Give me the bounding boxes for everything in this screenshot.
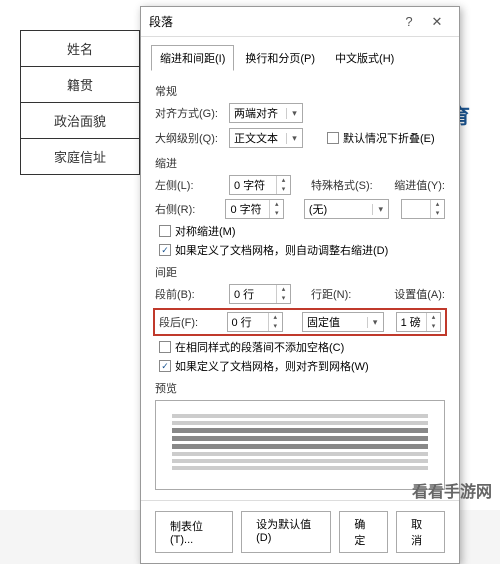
spinner-arrows: ▴▾ bbox=[269, 200, 283, 218]
snap-grid-label: 如果定义了文档网格，则对齐到网格(W) bbox=[175, 358, 369, 374]
help-button[interactable]: ? bbox=[395, 14, 423, 29]
space-after-value: 0 行 bbox=[228, 314, 268, 330]
alignment-combo[interactable]: 两端对齐 ▾ bbox=[229, 103, 303, 123]
checkbox-icon: ✓ bbox=[159, 244, 171, 256]
no-space-checkbox[interactable]: 在相同样式的段落间不添加空格(C) bbox=[159, 339, 445, 355]
mirror-label: 对称缩进(M) bbox=[175, 223, 236, 239]
cancel-button[interactable]: 取消 bbox=[396, 511, 445, 553]
collapse-label: 默认情况下折叠(E) bbox=[343, 130, 435, 146]
snap-grid-checkbox[interactable]: ✓ 如果定义了文档网格，则对齐到网格(W) bbox=[159, 358, 445, 374]
dialog-footer: 制表位(T)... 设为默认值(D) 确定 取消 bbox=[141, 500, 459, 563]
auto-indent-checkbox[interactable]: ✓ 如果定义了文档网格，则自动调整右缩进(D) bbox=[159, 242, 445, 258]
checkbox-icon bbox=[159, 225, 171, 237]
line-spacing-combo[interactable]: 固定值 ▾ bbox=[302, 312, 384, 332]
auto-indent-label: 如果定义了文档网格，则自动调整右缩进(D) bbox=[175, 242, 388, 258]
mirror-checkbox[interactable]: 对称缩进(M) bbox=[159, 223, 445, 239]
bg-cell: 籍贯 bbox=[20, 66, 140, 103]
line-spacing-label: 行距(N): bbox=[311, 286, 351, 302]
chevron-down-icon: ▾ bbox=[372, 204, 388, 215]
tabs-button[interactable]: 制表位(T)... bbox=[155, 511, 233, 553]
bg-cell: 政治面貌 bbox=[20, 102, 140, 139]
no-space-label: 在相同样式的段落间不添加空格(C) bbox=[175, 339, 344, 355]
ok-button[interactable]: 确定 bbox=[339, 511, 388, 553]
special-combo[interactable]: (无) ▾ bbox=[304, 199, 389, 219]
spinner-arrows: ▴▾ bbox=[430, 200, 444, 218]
tab-chinese[interactable]: 中文版式(H) bbox=[326, 45, 403, 71]
checkbox-icon bbox=[159, 341, 171, 353]
checkbox-icon bbox=[327, 132, 339, 144]
set-value-spin[interactable]: 1 磅 ▴▾ bbox=[396, 312, 441, 332]
spinner-arrows: ▴▾ bbox=[426, 313, 440, 331]
tab-indent-spacing[interactable]: 缩进和间距(I) bbox=[151, 45, 234, 71]
set-value-value: 1 磅 bbox=[397, 314, 426, 330]
spinner-arrows: ▴▾ bbox=[268, 313, 282, 331]
checkbox-icon: ✓ bbox=[159, 360, 171, 372]
chevron-down-icon: ▾ bbox=[286, 133, 302, 144]
tabs-button-label: 制表位(T)... bbox=[170, 518, 218, 546]
spinner-arrows: ▴▾ bbox=[276, 285, 290, 303]
special-value: (无) bbox=[305, 201, 372, 217]
space-before-value: 0 行 bbox=[230, 286, 276, 302]
bg-cell: 家庭信址 bbox=[20, 138, 140, 175]
bg-cell: 姓名 bbox=[20, 30, 140, 67]
titlebar: 段落 ? ✕ bbox=[141, 7, 459, 37]
highlight-box: 段后(F): 0 行 ▴▾ 固定值 ▾ 1 磅 ▴▾ bbox=[153, 308, 447, 336]
tab-strip: 缩进和间距(I) 换行和分页(P) 中文版式(H) bbox=[141, 37, 459, 71]
default-button-label: 设为默认值(D) bbox=[256, 519, 311, 544]
alignment-value: 两端对齐 bbox=[230, 105, 286, 121]
section-general: 常规 bbox=[155, 83, 445, 99]
default-button[interactable]: 设为默认值(D) bbox=[241, 511, 331, 553]
cancel-button-label: 取消 bbox=[411, 519, 422, 547]
outline-value: 正文文本 bbox=[230, 130, 286, 146]
bg-table: 姓名 籍贯 政治面貌 家庭信址 bbox=[20, 30, 140, 174]
set-value-label: 设置值(A): bbox=[394, 286, 445, 302]
indent-right-spin[interactable]: 0 字符 ▴▾ bbox=[225, 199, 284, 219]
indent-right-label: 右侧(R): bbox=[155, 201, 219, 217]
preview-label: 预览 bbox=[155, 380, 445, 396]
space-after-label: 段后(F): bbox=[159, 314, 221, 330]
indent-left-spin[interactable]: 0 字符 ▴▾ bbox=[229, 175, 291, 195]
section-indent: 缩进 bbox=[155, 155, 445, 171]
collapse-checkbox[interactable]: 默认情况下折叠(E) bbox=[327, 130, 435, 146]
outline-combo[interactable]: 正文文本 ▾ bbox=[229, 128, 303, 148]
indent-left-label: 左侧(L): bbox=[155, 177, 223, 193]
space-before-label: 段前(B): bbox=[155, 286, 223, 302]
dialog-body: 常规 对齐方式(G): 两端对齐 ▾ 大纲级别(Q): 正文文本 ▾ 默认情况下… bbox=[141, 71, 459, 500]
indent-right-value: 0 字符 bbox=[226, 201, 269, 217]
space-after-spin[interactable]: 0 行 ▴▾ bbox=[227, 312, 283, 332]
chevron-down-icon: ▾ bbox=[367, 317, 383, 328]
indent-left-value: 0 字符 bbox=[230, 177, 276, 193]
space-before-spin[interactable]: 0 行 ▴▾ bbox=[229, 284, 291, 304]
close-button[interactable]: ✕ bbox=[423, 14, 451, 30]
section-spacing: 间距 bbox=[155, 264, 445, 280]
watermark: 看看手游网 bbox=[412, 478, 492, 502]
line-spacing-value: 固定值 bbox=[303, 314, 367, 330]
dialog-title: 段落 bbox=[149, 13, 395, 30]
alignment-label: 对齐方式(G): bbox=[155, 105, 223, 121]
spinner-arrows: ▴▾ bbox=[276, 176, 290, 194]
tab-line-page[interactable]: 换行和分页(P) bbox=[236, 45, 324, 71]
preview-box bbox=[155, 400, 445, 490]
chevron-down-icon: ▾ bbox=[286, 108, 302, 119]
ok-button-label: 确定 bbox=[354, 519, 365, 547]
indent-by-label: 缩进值(Y): bbox=[394, 177, 445, 193]
indent-by-spin[interactable]: ▴▾ bbox=[401, 199, 445, 219]
special-label: 特殊格式(S): bbox=[311, 177, 373, 193]
outline-label: 大纲级别(Q): bbox=[155, 130, 223, 146]
